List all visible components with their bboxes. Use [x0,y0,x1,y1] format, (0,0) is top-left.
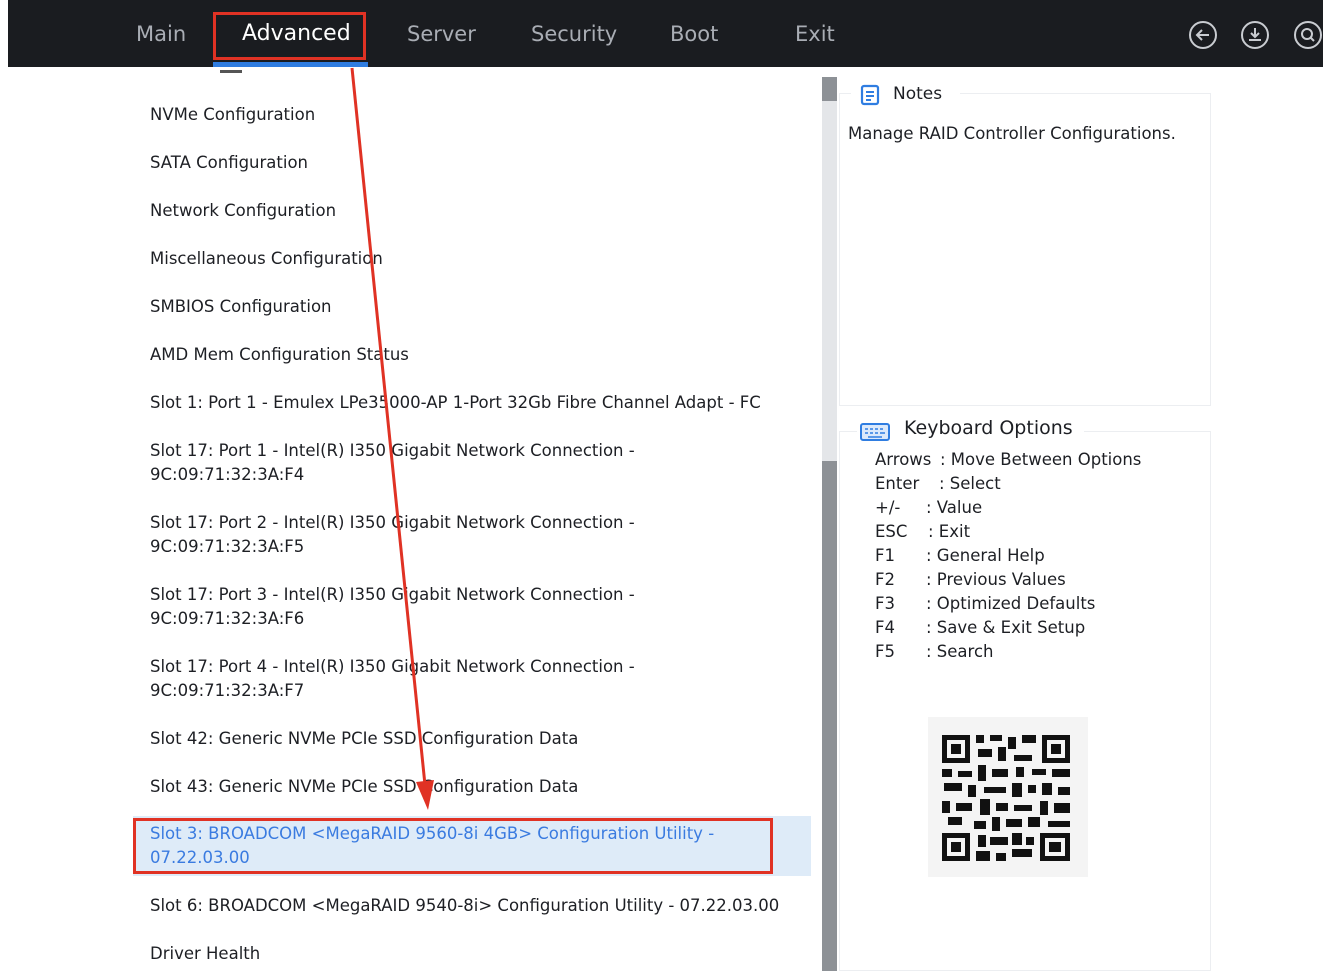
keyboard-key: ESC [875,522,908,541]
keyboard-key: Arrows [875,450,932,469]
keyboard-key: +/- [875,498,901,517]
panel-border [960,93,1211,94]
qr-code-icon [942,735,1070,861]
tab-security[interactable]: Security [531,0,617,67]
notes-icon [860,84,880,106]
menu-item-slot17-port1[interactable]: Slot 17: Port 1 - Intel(R) I350 Gigabit … [150,439,635,487]
menu-item-sata-configuration[interactable]: SATA Configuration [150,151,308,175]
keyboard-key-description: : Exit [928,522,971,541]
menu-item-smbios-configuration[interactable]: SMBIOS Configuration [150,295,332,319]
tab-exit[interactable]: Exit [795,0,835,67]
keyboard-option-row: F4 : Save & Exit Setup [875,618,1085,637]
keyboard-option-row: +/- : Value [875,498,982,517]
tab-server[interactable]: Server [407,0,476,67]
keyboard-key: F1 [875,546,895,565]
keyboard-key: F5 [875,642,895,661]
notes-title: Notes [893,84,951,104]
keyboard-key: F2 [875,570,895,589]
menu-item-slot1-emulex[interactable]: Slot 1: Port 1 - Emulex LPe35000-AP 1-Po… [150,391,761,415]
keyboard-option-row: F1 : General Help [875,546,1045,565]
keyboard-key: Enter [875,474,920,493]
panel-border [839,93,851,94]
menu-item-amd-mem-configuration-status[interactable]: AMD Mem Configuration Status [150,343,409,367]
keyboard-option-row: F3 : Optimized Defaults [875,594,1095,613]
menu-item-line: Slot 17: Port 2 - Intel(R) I350 Gigabit … [150,513,635,532]
keyboard-key-description: : General Help [926,546,1045,565]
keyboard-key-description: : Search [926,642,994,661]
top-menu-bar [8,0,1323,67]
menu-item-slot6-megaraid-9540[interactable]: Slot 6: BROADCOM <MegaRAID 9540-8i> Conf… [150,894,779,918]
menu-item-slot17-port3[interactable]: Slot 17: Port 3 - Intel(R) I350 Gigabit … [150,583,635,631]
keyboard-key-description: : Optimized Defaults [926,594,1096,613]
menu-item-mac: 9C:09:71:32:3A:F6 [150,609,305,628]
keyboard-options-title: Keyboard Options [904,417,1079,439]
keyboard-key: F3 [875,594,895,613]
menu-item-mac: 9C:09:71:32:3A:F5 [150,537,305,556]
menu-item-nvme-configuration[interactable]: NVMe Configuration [150,103,315,127]
annotation-highlight-box [133,818,773,874]
menu-item-line: Slot 17: Port 4 - Intel(R) I350 Gigabit … [150,657,635,676]
menu-item-slot42-nvme[interactable]: Slot 42: Generic NVMe PCIe SSD Configura… [150,727,578,751]
menu-item-network-configuration[interactable]: Network Configuration [150,199,336,223]
keyboard-option-row: ESC : Exit [875,522,970,541]
menu-item-slot17-port4[interactable]: Slot 17: Port 4 - Intel(R) I350 Gigabit … [150,655,635,703]
save-icon[interactable] [1240,20,1270,50]
scrollbar-top-cap [822,77,837,101]
keyboard-option-row: F2 : Previous Values [875,570,1066,589]
panel-border [839,431,857,432]
notes-text: Manage RAID Controller Configurations. [848,124,1176,143]
menu-item-mac: 9C:09:71:32:3A:F4 [150,465,305,484]
tab-boot[interactable]: Boot [670,0,718,67]
menu-item-line: Slot 17: Port 1 - Intel(R) I350 Gigabit … [150,441,635,460]
scrollbar-thumb[interactable] [822,461,837,971]
keyboard-icon [860,423,890,441]
qr-code [928,717,1088,877]
menu-item-miscellaneous-configuration[interactable]: Miscellaneous Configuration [150,247,383,271]
keyboard-key-description: : Save & Exit Setup [926,618,1086,637]
menu-item-driver-health[interactable]: Driver Health [150,942,260,966]
keyboard-option-row: F5 : Search [875,642,994,661]
menu-item-mac: 9C:09:71:32:3A:F7 [150,681,305,700]
menu-item-line: Slot 17: Port 3 - Intel(R) I350 Gigabit … [150,585,635,604]
panel-border [1084,431,1211,432]
keyboard-key-description: : Value [926,498,983,517]
keyboard-key-description: : Select [939,474,1001,493]
menu-item-slot43-nvme[interactable]: Slot 43: Generic NVMe PCIe SSD Configura… [150,775,578,799]
tab-main[interactable]: Main [136,0,186,67]
keyboard-key-description: : Move Between Options [940,450,1142,469]
annotation-highlight-box [213,12,366,60]
scrolled-item-fragment [220,70,242,73]
search-icon[interactable] [1293,20,1323,50]
keyboard-option-row: Enter : Select [875,474,1001,493]
keyboard-option-row: Arrows : Move Between Options [875,450,1141,469]
menu-item-slot17-port2[interactable]: Slot 17: Port 2 - Intel(R) I350 Gigabit … [150,511,635,559]
keyboard-key-description: : Previous Values [926,570,1066,589]
keyboard-key: F4 [875,618,895,637]
back-icon[interactable] [1188,20,1218,50]
